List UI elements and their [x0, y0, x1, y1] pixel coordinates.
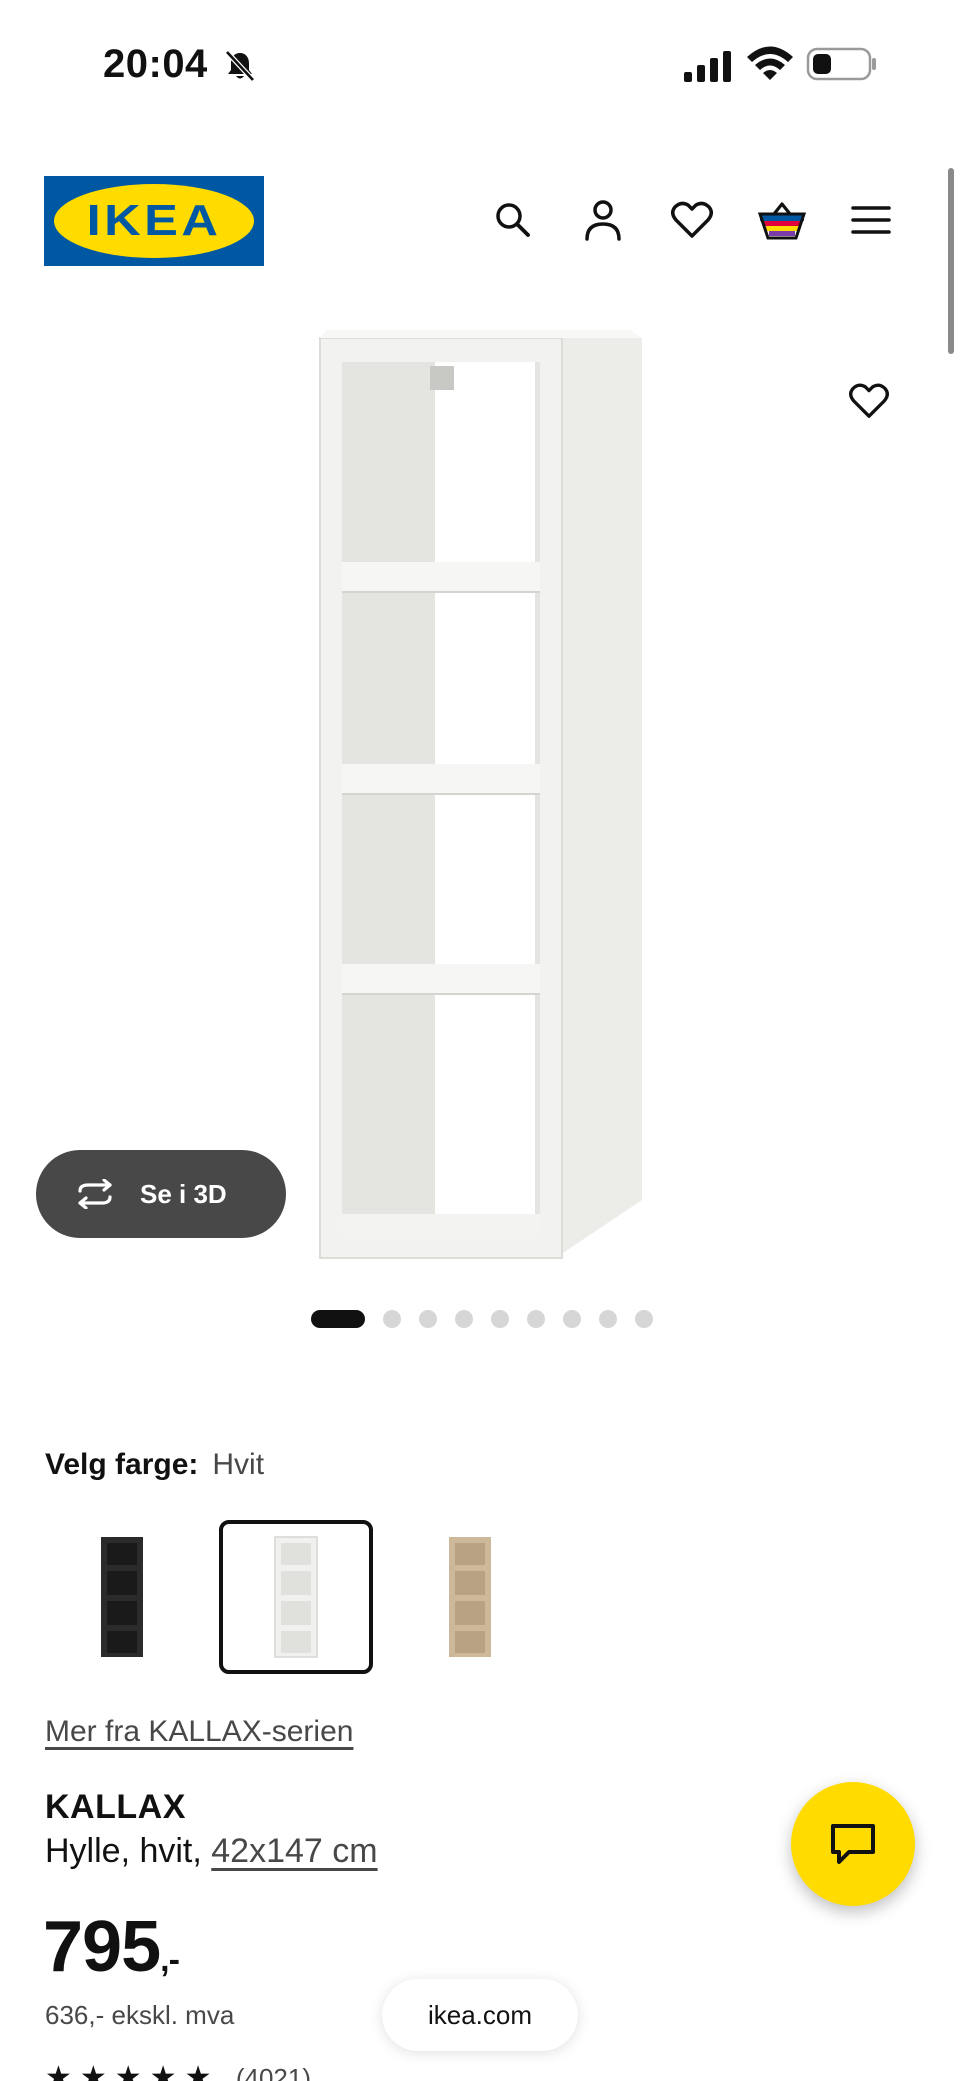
- save-to-list-heart-icon[interactable]: [840, 372, 898, 430]
- search-icon[interactable]: [487, 194, 539, 246]
- view-in-3d-button[interactable]: Se i 3D: [36, 1150, 286, 1238]
- carousel-dot[interactable]: [563, 1310, 581, 1328]
- browser-url: ikea.com: [427, 1999, 533, 2030]
- product-price: 795,-: [43, 1906, 180, 1988]
- menu-icon[interactable]: [845, 194, 897, 246]
- status-bar: 20:04: [0, 0, 960, 130]
- product-description: Hylle, hvit, 42x147 cm: [45, 1832, 378, 1871]
- product-size-link[interactable]: 42x147 cm: [211, 1832, 377, 1870]
- carousel-dot[interactable]: [527, 1310, 545, 1328]
- color-option-white[interactable]: [219, 1520, 373, 1674]
- price-suffix: ,-: [160, 1941, 180, 1979]
- color-selector-header: Velg farge: Hvit: [45, 1448, 264, 1482]
- color-option-black[interactable]: [45, 1520, 199, 1674]
- price-value: 795: [43, 1907, 161, 1987]
- product-description-text: Hylle, hvit,: [45, 1832, 212, 1870]
- scrollbar[interactable]: [948, 168, 954, 354]
- carousel-dot[interactable]: [599, 1310, 617, 1328]
- account-icon[interactable]: [577, 194, 629, 246]
- image-carousel-dots: [0, 1308, 960, 1328]
- bell-slash-icon: [225, 50, 255, 82]
- site-header: IKEA: [0, 160, 960, 280]
- view-in-3d-label: Se i 3D: [140, 1178, 227, 1209]
- carousel-dot-active[interactable]: [311, 1310, 365, 1328]
- color-selected-value: Hvit: [212, 1448, 265, 1481]
- signal-icon: [684, 51, 731, 82]
- series-link[interactable]: Mer fra KALLAX-serien: [45, 1715, 353, 1749]
- product-name: KALLAX: [45, 1788, 186, 1826]
- color-option-oak[interactable]: [393, 1520, 547, 1674]
- battery-icon: [806, 47, 876, 81]
- status-time: 20:04: [103, 42, 208, 86]
- chat-button[interactable]: [791, 1782, 915, 1906]
- rating-stars: ★★★★★: [45, 2061, 220, 2081]
- carousel-dot[interactable]: [455, 1310, 473, 1328]
- product-image[interactable]: [290, 330, 690, 1290]
- browser-url-pill[interactable]: ikea.com: [382, 1979, 578, 2051]
- rotate-3d-icon: [78, 1179, 112, 1209]
- rating[interactable]: ★★★★★ (4021): [45, 2060, 311, 2081]
- carousel-dot[interactable]: [491, 1310, 509, 1328]
- price-excluding-vat: 636,- ekskl. mva: [45, 2000, 235, 2030]
- carousel-dot[interactable]: [419, 1310, 437, 1328]
- heart-icon[interactable]: [666, 194, 718, 246]
- cart-icon[interactable]: [756, 194, 808, 246]
- rating-count: (4021): [235, 2063, 311, 2081]
- carousel-dot[interactable]: [383, 1310, 401, 1328]
- wifi-icon: [747, 46, 793, 80]
- logo-text: IKEA: [86, 196, 222, 245]
- ikea-logo[interactable]: IKEA: [44, 176, 264, 266]
- color-label: Velg farge:: [45, 1448, 199, 1481]
- carousel-dot[interactable]: [635, 1310, 653, 1328]
- chat-icon: [831, 1824, 875, 1864]
